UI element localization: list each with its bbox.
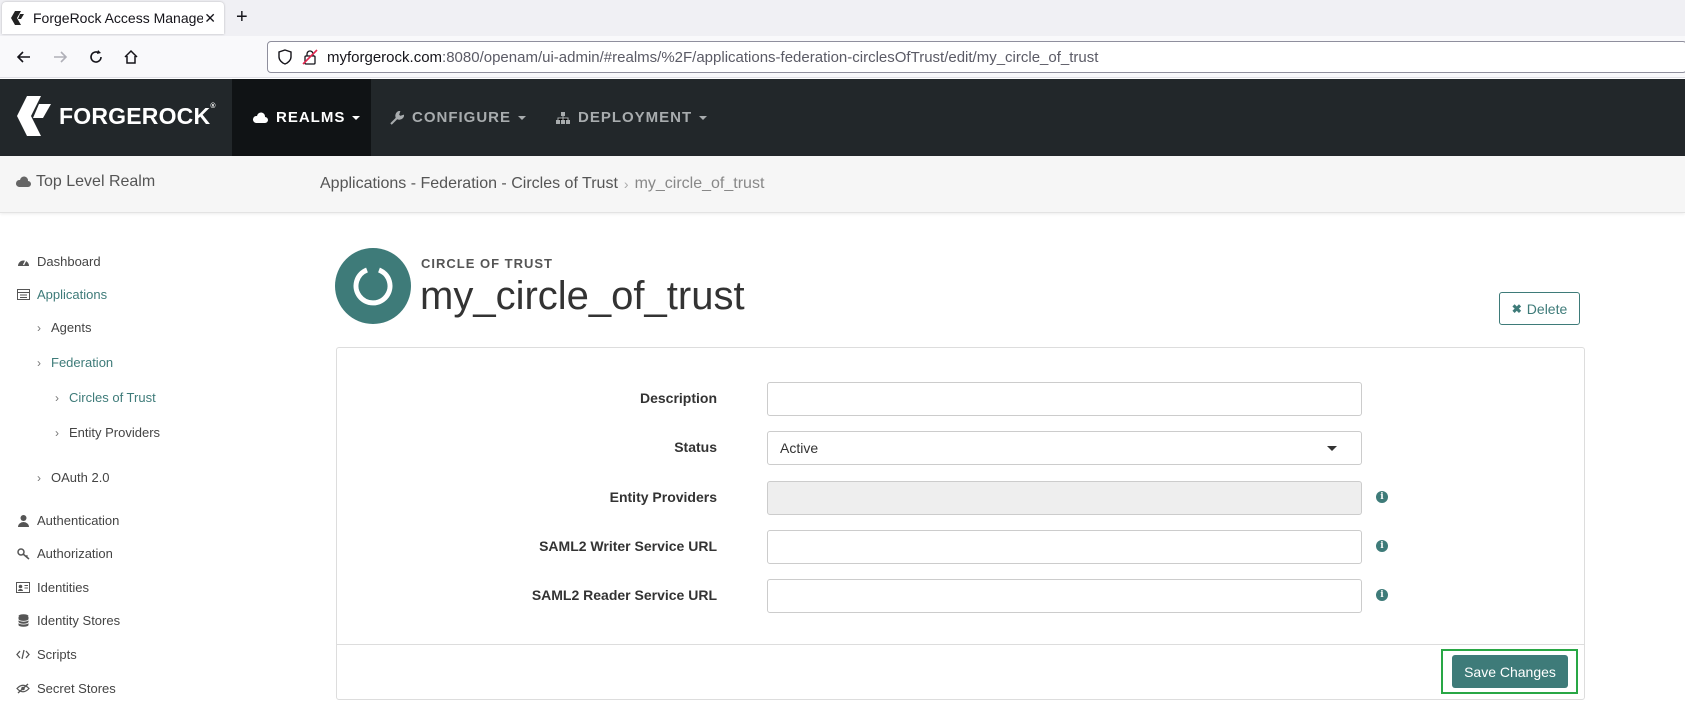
user-icon: [16, 514, 30, 528]
url-path: :8080/openam/ui-admin/#realms/%2F/applic…: [442, 48, 1099, 66]
tab-close-icon[interactable]: ✕: [204, 10, 216, 27]
delete-button[interactable]: ✖ Delete: [1499, 292, 1580, 325]
browser-nav-bar: myforgerock.com:8080/openam/ui-admin/#re…: [0, 36, 1685, 78]
reader-url-input[interactable]: [767, 579, 1362, 613]
page-title: my_circle_of_trust: [420, 274, 745, 318]
breadcrumb-separator-icon: ›: [623, 176, 629, 192]
breadcrumb: Applications - Federation - Circles of T…: [320, 175, 764, 193]
status-label: Status: [674, 439, 717, 455]
writer-url-input[interactable]: [767, 530, 1362, 564]
sidebar-item-authorization[interactable]: Authorization: [16, 546, 113, 561]
forgerock-favicon-icon: [11, 11, 24, 25]
eye-slash-icon: [16, 682, 30, 696]
sidebar-item-circles-of-trust[interactable]: › Circles of Trust: [55, 390, 156, 405]
writer-url-label: SAML2 Writer Service URL: [539, 538, 717, 554]
code-icon: [16, 648, 30, 662]
tab-title: ForgeRock Access Management: [33, 10, 203, 26]
sidebar-item-dashboard[interactable]: Dashboard: [16, 254, 101, 269]
chevron-down-icon: [1327, 445, 1337, 451]
applications-icon: [16, 288, 30, 302]
chevron-right-icon: ›: [37, 355, 41, 370]
brand-name: FORGEROCK®: [59, 102, 216, 129]
url-host: myforgerock.com: [327, 48, 443, 66]
info-icon[interactable]: i: [1376, 491, 1388, 503]
nav-deployment-label: DEPLOYMENT: [578, 109, 693, 126]
home-icon[interactable]: [119, 45, 143, 69]
url-bar[interactable]: myforgerock.com:8080/openam/ui-admin/#re…: [267, 41, 1685, 73]
forgerock-logo-icon: [17, 96, 51, 136]
id-card-icon: [16, 581, 30, 595]
nav-configure-label: CONFIGURE: [412, 109, 511, 126]
reader-url-label: SAML2 Reader Service URL: [531, 587, 717, 603]
sidebar-item-secret-stores[interactable]: Secret Stores: [16, 681, 116, 696]
realm-name: Top Level Realm: [36, 173, 156, 190]
reload-icon[interactable]: [84, 45, 108, 69]
chevron-right-icon: ›: [37, 470, 41, 485]
chevron-right-icon: ›: [55, 425, 59, 440]
chevron-right-icon: ›: [55, 390, 59, 405]
insecure-lock-icon[interactable]: [302, 49, 318, 65]
realm-selector[interactable]: Top Level Realm: [15, 173, 155, 191]
form-footer-divider: [337, 644, 1584, 645]
dashboard-icon: [16, 255, 30, 269]
nav-configure[interactable]: CONFIGURE: [390, 79, 526, 156]
browser-tab[interactable]: ForgeRock Access Management ✕: [2, 2, 224, 34]
shield-icon[interactable]: [277, 49, 293, 65]
nav-realms[interactable]: REALMS: [232, 79, 371, 156]
sitemap-icon: [556, 111, 570, 125]
sidebar-item-applications[interactable]: Applications: [16, 287, 107, 302]
sidebar-item-identities[interactable]: Identities: [16, 580, 89, 595]
entity-providers-input[interactable]: [767, 481, 1362, 515]
entity-providers-label: Entity Providers: [609, 489, 717, 505]
wrench-icon: [390, 110, 404, 125]
sidebar-item-authentication[interactable]: Authentication: [16, 513, 119, 528]
breadcrumb-bar: Top Level Realm Applications - Federatio…: [0, 156, 1685, 213]
database-icon: [16, 614, 30, 628]
new-tab-icon[interactable]: +: [236, 6, 248, 28]
cloud-icon: [15, 176, 31, 187]
entity-type-label: CIRCLE OF TRUST: [421, 256, 553, 271]
nav-realms-label: REALMS: [276, 109, 346, 126]
status-select[interactable]: Active: [767, 431, 1362, 465]
sidebar-item-identity-stores[interactable]: Identity Stores: [16, 613, 120, 628]
circle-of-trust-form: Description Status Active Entity Provide…: [336, 347, 1585, 700]
forward-icon[interactable]: [48, 45, 72, 69]
cloud-icon: [252, 111, 268, 124]
back-icon[interactable]: [12, 45, 36, 69]
info-icon[interactable]: i: [1376, 540, 1388, 552]
sidebar-item-oauth2[interactable]: › OAuth 2.0: [37, 470, 110, 485]
chevron-right-icon: ›: [37, 320, 41, 335]
nav-deployment[interactable]: DEPLOYMENT: [556, 79, 708, 156]
forgerock-logo[interactable]: FORGEROCK®: [15, 94, 216, 138]
description-input[interactable]: [767, 382, 1362, 416]
close-icon: ✖: [1511, 301, 1522, 316]
sidebar-item-scripts[interactable]: Scripts: [16, 647, 77, 662]
circle-of-trust-icon: [335, 248, 411, 324]
sidebar-item-agents[interactable]: › Agents: [37, 320, 91, 335]
sidebar-item-entity-providers[interactable]: › Entity Providers: [55, 425, 160, 440]
save-changes-button[interactable]: Save Changes: [1452, 655, 1568, 688]
status-value: Active: [780, 440, 819, 456]
breadcrumb-current: my_circle_of_trust: [634, 175, 765, 192]
browser-tab-bar: ForgeRock Access Management ✕ +: [0, 0, 1685, 36]
app-header: FORGEROCK® REALMS CONFIGURE DEPLOYMENT: [0, 79, 1685, 156]
sidebar-item-federation[interactable]: › Federation: [37, 355, 113, 370]
description-label: Description: [639, 390, 717, 406]
key-icon: [16, 547, 30, 561]
info-icon[interactable]: i: [1376, 589, 1388, 601]
breadcrumb-path[interactable]: Applications - Federation - Circles of T…: [320, 175, 618, 193]
